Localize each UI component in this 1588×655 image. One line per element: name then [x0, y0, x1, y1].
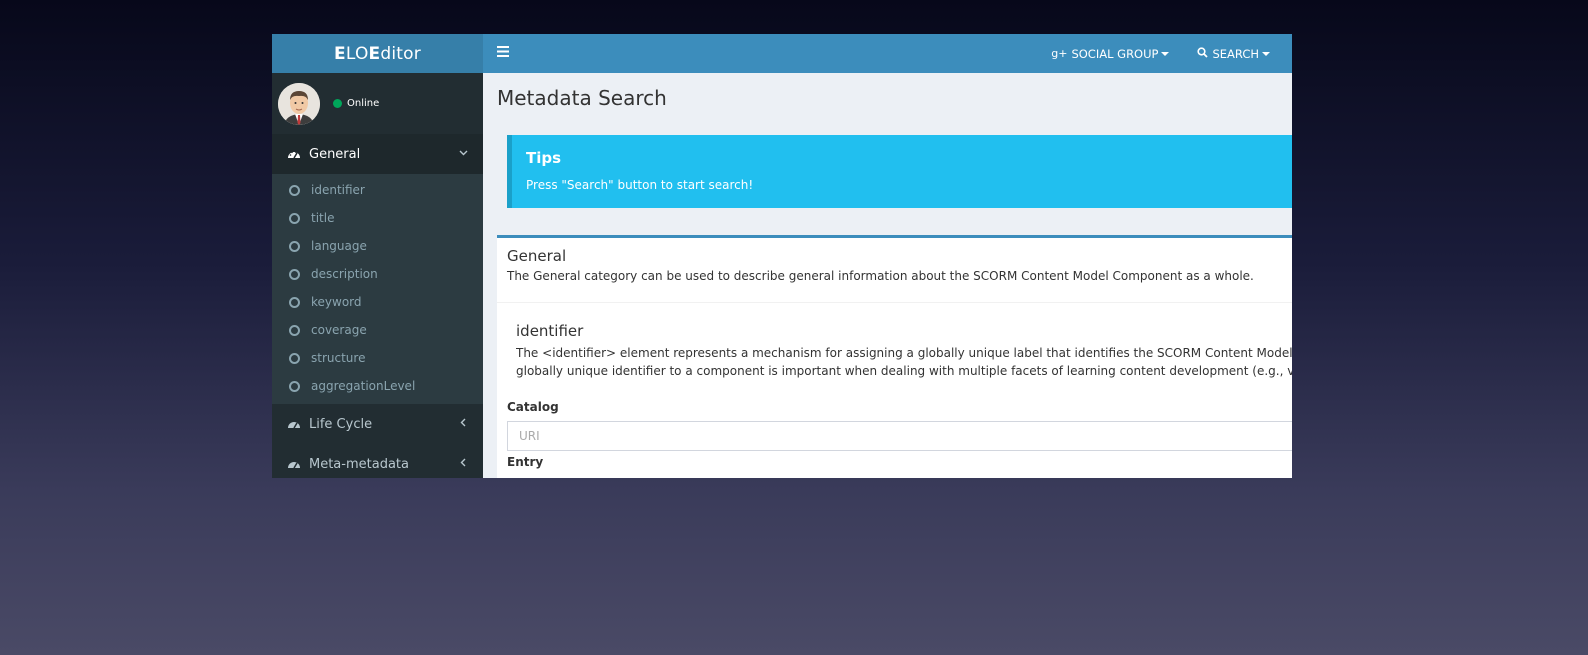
caret-down-icon — [1161, 51, 1170, 56]
sidebar-item-structure[interactable]: structure — [272, 344, 483, 372]
tips-text: Press "Search" button to start search! — [526, 178, 754, 192]
box-description: The General category can be used to desc… — [507, 269, 1254, 283]
logo-text: ditor — [380, 43, 421, 64]
tips-callout: Tips Press "Search" button to start sear… — [507, 135, 1292, 208]
navbar-right: g+ SOCIAL GROUP SEARCH — [1023, 34, 1270, 73]
dashboard-icon — [288, 462, 300, 469]
catalog-placeholder: URI — [519, 429, 540, 443]
search-icon — [1197, 46, 1209, 61]
circle-icon — [289, 212, 300, 224]
user-status-label: Online — [347, 98, 380, 109]
chevron-left-icon — [459, 417, 468, 430]
box-header: General The General category can be used… — [497, 238, 1292, 303]
sidebar-item-label: structure — [311, 351, 366, 365]
catalog-input[interactable]: URI — [507, 421, 1292, 451]
avatar — [278, 82, 320, 125]
sidebar-item-identifier[interactable]: identifier — [272, 176, 483, 204]
catalog-label: Catalog — [507, 400, 559, 414]
circle-icon — [289, 240, 300, 252]
tips-title: Tips — [526, 149, 562, 167]
identifier-description: The <identifier> element represents a me… — [516, 344, 1292, 380]
user-status: Online — [333, 98, 379, 109]
entry-label: Entry — [507, 455, 544, 469]
sidebar-item-label: coverage — [311, 323, 367, 337]
identifier-description-line: globally unique identifier to a componen… — [516, 364, 1292, 378]
sidebar-item-label: language — [311, 239, 367, 253]
sidebar-item-description[interactable]: description — [272, 260, 483, 288]
circle-icon — [289, 184, 300, 196]
sidebar-item-aggregationlevel[interactable]: aggregationLevel — [272, 372, 483, 400]
sidebar-section-label: Meta-metadata — [309, 456, 409, 472]
logo-letter: E — [368, 43, 381, 64]
identifier-description-line: The <identifier> element represents a me… — [516, 346, 1292, 360]
main-content: Metadata Search Tips Press "Search" butt… — [483, 73, 1292, 478]
circle-icon — [289, 324, 300, 336]
chevron-down-icon — [459, 147, 468, 160]
caret-down-icon — [1262, 51, 1270, 56]
identifier-title: identifier — [516, 322, 584, 340]
online-status-icon — [333, 99, 342, 108]
chevron-left-icon — [459, 457, 468, 470]
app-window: E LO Editor Online General identifier ti… — [272, 34, 1292, 478]
dashboard-icon — [288, 151, 300, 159]
user-avatar-icon — [278, 82, 320, 125]
sidebar-item-keyword[interactable]: keyword — [272, 288, 483, 316]
sidebar-section-life-cycle[interactable]: Life Cycle — [272, 404, 483, 444]
sidebar-item-label: description — [311, 267, 378, 281]
sidebar-item-language[interactable]: language — [272, 232, 483, 260]
circle-icon — [289, 296, 300, 308]
logo-text: LO — [345, 43, 369, 64]
app-logo[interactable]: E LO Editor — [272, 34, 483, 73]
sidebar-section-label: Life Cycle — [309, 416, 373, 432]
sidebar-item-label: identifier — [311, 183, 365, 197]
page-title: Metadata Search — [497, 86, 667, 110]
search-dropdown[interactable]: SEARCH — [1197, 47, 1270, 61]
search-label: SEARCH — [1212, 46, 1259, 61]
sidebar-item-label: title — [311, 211, 335, 225]
google-plus-icon: g+ — [1051, 47, 1068, 60]
sidebar-submenu-general: identifier title language description ke… — [272, 174, 483, 404]
sidebar-section-general[interactable]: General — [272, 134, 483, 174]
circle-icon — [289, 268, 300, 280]
user-panel: Online — [272, 73, 483, 134]
social-group-dropdown[interactable]: g+ SOCIAL GROUP — [1051, 46, 1170, 61]
circle-icon — [289, 380, 300, 392]
logo-letter: E — [334, 43, 346, 64]
social-group-label: SOCIAL GROUP — [1071, 46, 1159, 61]
dashboard-icon — [288, 422, 300, 429]
sidebar-item-label: keyword — [311, 295, 362, 309]
sidebar-section-meta-metadata[interactable]: Meta-metadata — [272, 444, 483, 478]
circle-icon — [289, 352, 300, 364]
box-title: General — [507, 247, 567, 265]
sidebar-item-title[interactable]: title — [272, 204, 483, 232]
sidebar-item-label: aggregationLevel — [311, 379, 416, 393]
sidebar: E LO Editor Online General identifier ti… — [272, 34, 483, 478]
sidebar-section-label: General — [309, 146, 361, 162]
top-navbar: g+ SOCIAL GROUP SEARCH — [483, 34, 1292, 73]
general-box: General The General category can be used… — [497, 235, 1292, 478]
sidebar-item-coverage[interactable]: coverage — [272, 316, 483, 344]
hamburger-icon[interactable] — [497, 45, 509, 61]
